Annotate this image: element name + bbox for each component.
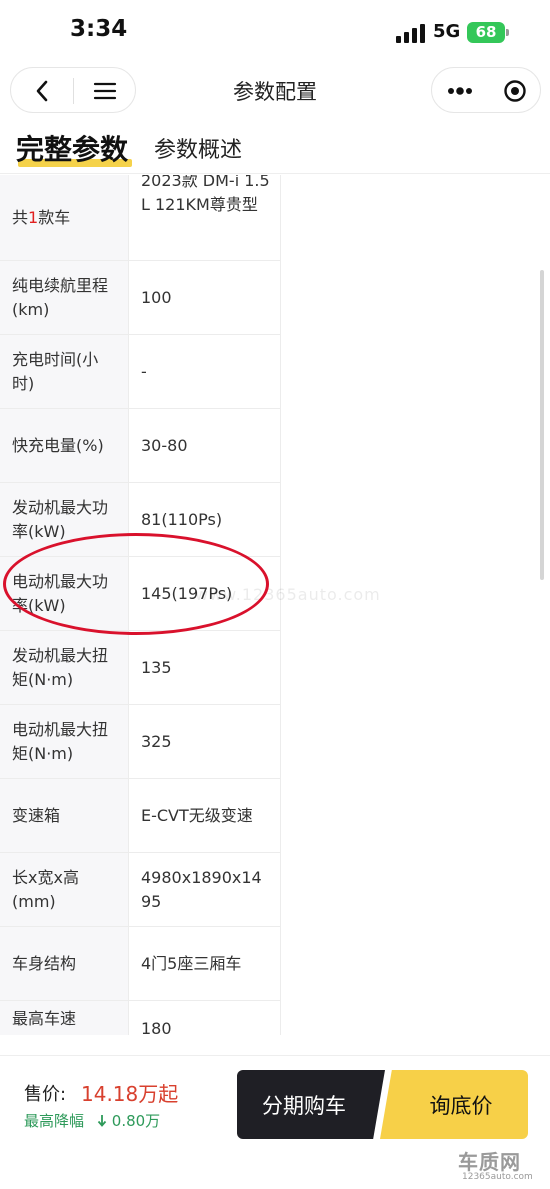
param-label: 变速箱 — [0, 779, 129, 852]
tab-bar: 完整参数 参数概述 — [0, 118, 550, 174]
nav-right-capsule — [431, 67, 541, 113]
param-value: 100 — [141, 287, 172, 307]
nav-bar: 参数配置 — [0, 64, 550, 116]
inquiry-price-button[interactable]: 询底价 — [380, 1070, 528, 1139]
param-value: 135 — [141, 657, 172, 677]
price-value: 14.18万起 — [81, 1082, 179, 1106]
max-drop-amount: 0.80万 — [111, 1112, 161, 1130]
table-row: 共1款车 2023款 DM-i 1.5L 121KM尊贵型 — [0, 175, 280, 261]
battery-icon: 68 — [467, 22, 505, 43]
arrow-down-icon — [97, 1115, 107, 1127]
logo-name: 车质网 — [458, 1150, 521, 1174]
more-button[interactable] — [432, 68, 487, 114]
param-label: 长x宽x高(mm) — [0, 853, 129, 926]
table-row: 车身结构 4门5座三厢车 — [0, 927, 280, 1001]
brand-logo: 车质网 12365auto.com — [458, 1146, 538, 1186]
highlight-circle — [3, 533, 269, 635]
param-value: 325 — [141, 731, 172, 751]
param-value: 30-80 — [141, 435, 188, 455]
param-label: 最高车速(km/h) — [0, 1001, 129, 1035]
battery-tip — [506, 29, 509, 36]
param-label: 共1款车 — [0, 175, 129, 260]
table-row: 最高车速(km/h) 180 — [0, 1001, 280, 1035]
tab-full-params[interactable]: 完整参数 — [16, 128, 128, 168]
param-label: 车身结构 — [0, 927, 129, 1000]
car-count-number: 1 — [28, 207, 39, 227]
table-row: 纯电续航里程(km) 100 — [0, 261, 280, 335]
target-close-icon — [503, 80, 526, 102]
param-label: 纯电续航里程(km) — [0, 261, 129, 334]
status-time: 3:34 — [70, 16, 128, 42]
scrollbar[interactable] — [540, 270, 544, 580]
param-label: 快充电量(%) — [0, 409, 129, 482]
param-value: E-CVT无级变速 — [141, 805, 253, 825]
param-value: 4980x1890x1495 — [141, 867, 262, 911]
table-row: 快充电量(%) 30-80 — [0, 409, 280, 483]
table-row: 长x宽x高(mm) 4980x1890x1495 — [0, 853, 280, 927]
price-label: 售价: — [24, 1084, 67, 1105]
table-row: 电动机最大扭矩(N·m) 325 — [0, 705, 280, 779]
max-drop-label: 最高降幅 — [24, 1112, 85, 1130]
close-miniprogram-button[interactable] — [487, 68, 542, 114]
param-label: 发动机最大扭矩(N·m) — [0, 631, 129, 704]
param-label: 电动机最大扭矩(N·m) — [0, 705, 129, 778]
car-count-label: 共1款车 — [12, 207, 71, 227]
status-bar: 3:34 5G 68 — [0, 0, 550, 64]
param-label: 充电时间(小时) — [0, 335, 129, 408]
installment-purchase-button[interactable]: 分期购车 — [237, 1070, 385, 1139]
table-row: 发动机最大扭矩(N·m) 135 — [0, 631, 280, 705]
bottom-action-bar: 售价: 14.18万起 最高降幅 0.80万 分期购车 询底价 车质网 1236… — [0, 1055, 550, 1189]
param-value: 2023款 DM-i 1.5L 121KM尊贵型 — [141, 175, 270, 214]
param-value: 4门5座三厢车 — [141, 953, 242, 973]
table-divider — [280, 175, 281, 1035]
table-row: 变速箱 E-CVT无级变速 — [0, 779, 280, 853]
logo-url: 12365auto.com — [462, 1172, 533, 1182]
param-value: 180 — [141, 1019, 172, 1035]
max-drop-value: 0.80万 — [97, 1110, 160, 1131]
network-label: 5G — [433, 21, 461, 42]
more-dots-icon — [447, 87, 472, 95]
params-table[interactable]: 共1款车 2023款 DM-i 1.5L 121KM尊贵型 纯电续航里程(km)… — [0, 175, 550, 1035]
table-row: 充电时间(小时) - — [0, 335, 280, 409]
tab-params-overview[interactable]: 参数概述 — [154, 132, 242, 164]
param-value: - — [141, 361, 147, 381]
signal-icon — [396, 24, 426, 43]
